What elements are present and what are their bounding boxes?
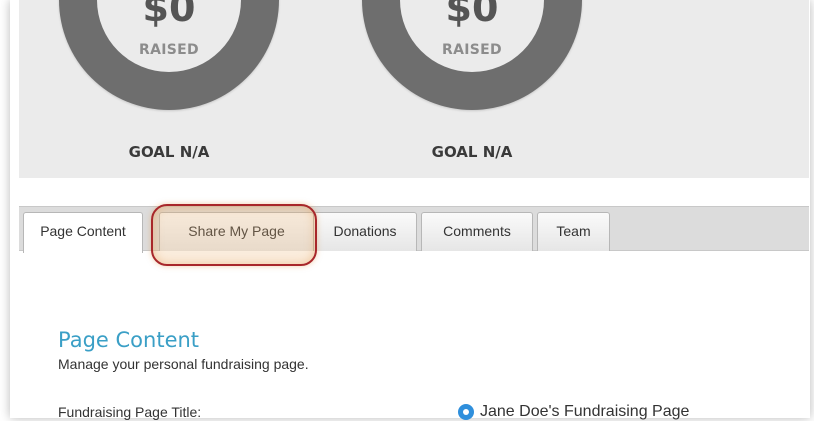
personal-raised-gauge: $0 RAISED <box>59 0 279 110</box>
tab-team[interactable]: Team <box>537 212 610 251</box>
fundraising-stats-panel: $0 RAISED GOAL N/A $0 RAISED GOAL N/A <box>19 0 809 178</box>
goal-label: GOAL N/A <box>431 143 513 161</box>
tab-page-content[interactable]: Page Content <box>23 212 143 253</box>
page-title: Page Content <box>58 328 200 352</box>
raised-label: RAISED <box>139 42 199 58</box>
raised-label: RAISED <box>442 42 502 58</box>
raised-amount: $0 <box>142 0 196 30</box>
page-description: Manage your personal fundraising page. <box>58 356 309 372</box>
goal-label: GOAL N/A <box>128 143 210 161</box>
tab-share-my-page[interactable]: Share My Page <box>159 212 314 251</box>
page-title-radio-option[interactable]: Jane Doe's Fundraising Page <box>458 403 689 421</box>
raised-amount: $0 <box>445 0 499 30</box>
team-raised-gauge: $0 RAISED <box>362 0 582 110</box>
page-title-option-label: Jane Doe's Fundraising Page <box>480 403 690 420</box>
tab-comments[interactable]: Comments <box>421 212 533 251</box>
tab-bar: Page Content Share My Page Donations Com… <box>19 206 809 253</box>
tab-donations[interactable]: Donations <box>313 212 417 251</box>
